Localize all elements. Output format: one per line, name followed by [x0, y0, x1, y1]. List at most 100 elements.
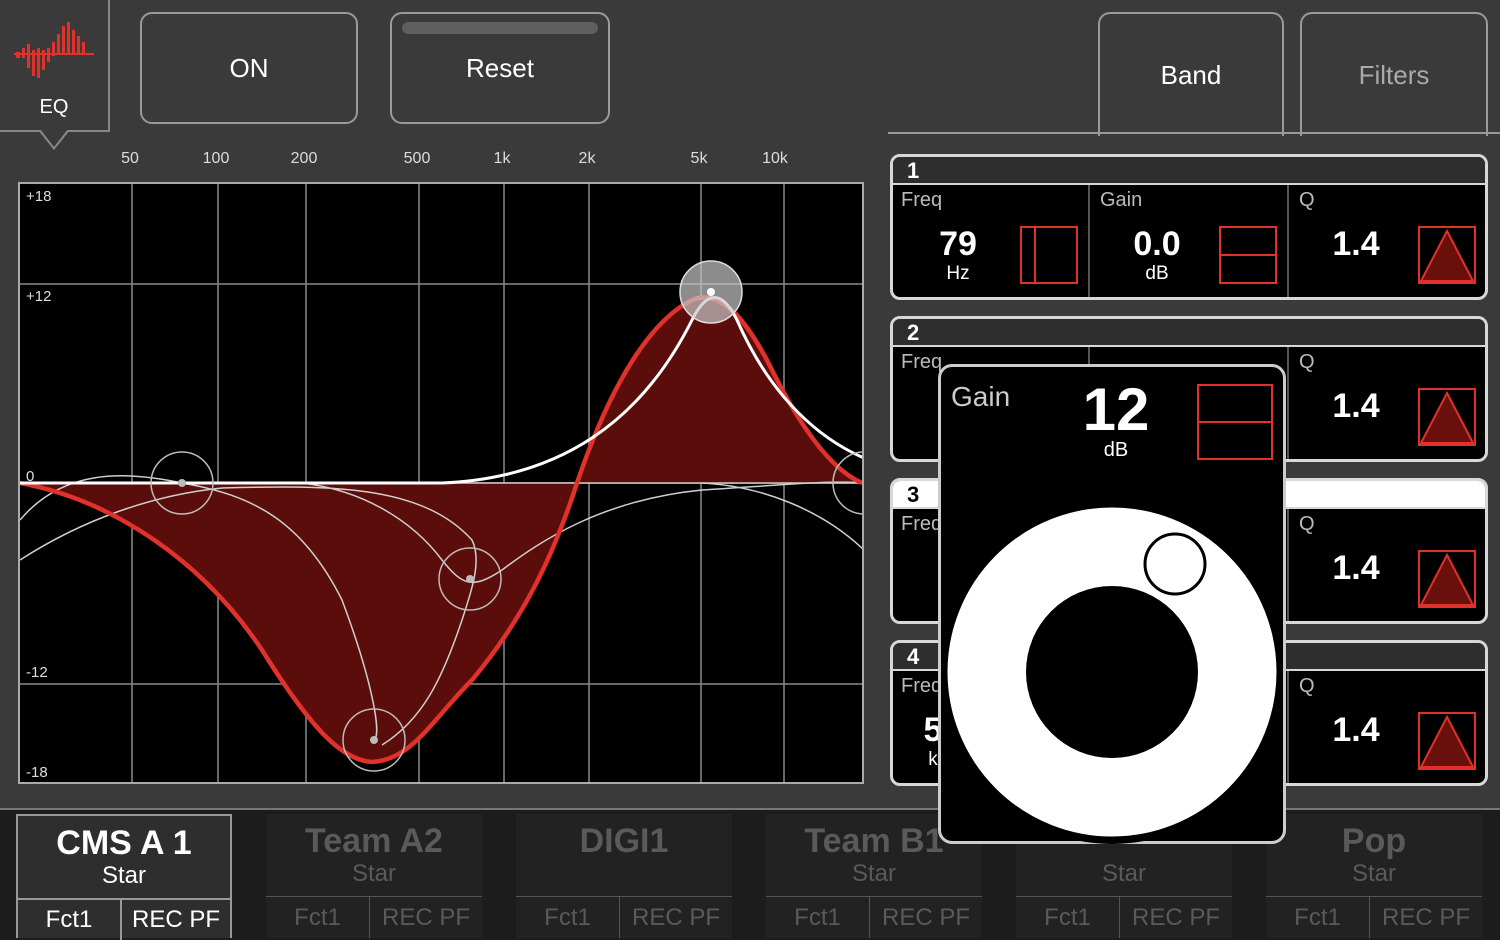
eq-tab[interactable]: EQ [0, 0, 110, 132]
freq-label: 200 [290, 150, 318, 167]
band-handles [150, 260, 862, 772]
reset-button-label: Reset [466, 52, 534, 83]
freq-label: 2k [578, 150, 596, 167]
eq-pointer-inner [40, 129, 68, 147]
tab-band-label: Band [1160, 59, 1222, 90]
channel-name: DIGI1 [579, 822, 669, 860]
gain-label: -18 [26, 764, 48, 781]
fct-button[interactable]: Fct1 [18, 898, 122, 940]
q-bell-icon [1418, 550, 1476, 608]
channel-team-a2[interactable]: Team A2 Star Fct1 REC PF [266, 814, 482, 938]
channel-name: CMS A 1 [56, 824, 192, 862]
q-bell-icon [1418, 388, 1476, 446]
popup-gain-value: 12 [1082, 376, 1150, 443]
gain-knob[interactable] [938, 500, 1286, 850]
band-4-handle [438, 547, 502, 611]
freq-icon [1020, 226, 1078, 284]
tab-underline [888, 132, 1500, 134]
gain-cell[interactable]: Gain 0.0 dB [1092, 185, 1289, 297]
reset-indicator [402, 22, 598, 34]
channel-pop[interactable]: Pop Star Fct1 REC PF [1266, 814, 1482, 938]
freq-label: 500 [403, 150, 431, 167]
gain-label: -12 [26, 664, 48, 681]
rec-pf-button[interactable]: REC PF [1120, 896, 1232, 938]
band-number: 2 [907, 320, 920, 345]
tab-filters[interactable]: Filters [1300, 12, 1488, 136]
tab-filters-label: Filters [1358, 59, 1430, 90]
rec-pf-button[interactable]: REC PF [370, 896, 482, 938]
gain-icon [1219, 226, 1277, 284]
gain-value: 0.0 [1133, 225, 1181, 263]
rec-pf-button[interactable]: REC PF [870, 896, 982, 938]
eq-label: EQ [39, 96, 69, 118]
q-cell[interactable]: Q 1.4 [1291, 509, 1485, 621]
q-caption: Q [1299, 351, 1315, 373]
fct-button[interactable]: Fct1 [266, 896, 370, 938]
band-header: 2 [893, 319, 1485, 347]
channel-cms-a1[interactable]: CMS A 1 Star Fct1 REC PF [16, 814, 232, 940]
q-cell[interactable]: Q 1.4 [1291, 185, 1485, 297]
tab-band[interactable]: Band [1098, 12, 1284, 136]
eq-graph[interactable]: +18 +12 0 -12 -18 [18, 182, 864, 784]
band-5-handle [832, 451, 862, 515]
q-cell[interactable]: Q 1.4 [1291, 347, 1485, 459]
channel-name: Team A2 [305, 822, 443, 860]
q-bell-icon [1418, 226, 1476, 284]
freq-value: 79 [939, 225, 977, 263]
reset-button[interactable]: Reset [390, 12, 610, 124]
rec-pf-button[interactable]: REC PF [1370, 896, 1482, 938]
channel-sub: Star [1101, 860, 1146, 887]
q-cell[interactable]: Q 1.4 [1291, 671, 1485, 783]
band-1-handle [150, 451, 214, 515]
popup-gain-caption: Gain [951, 381, 1011, 412]
gain-label: +18 [26, 188, 52, 205]
freq-unit: Hz [946, 263, 970, 284]
freq-label: 10k [762, 150, 788, 167]
freq-label: 100 [202, 150, 230, 167]
channel-sub: Star [351, 860, 396, 887]
on-button-label: ON [229, 52, 269, 83]
band-card-1[interactable]: 1 Freq 79 Hz Gain 0.0 dB Q 1.4 [890, 154, 1488, 300]
fct-button[interactable]: Fct1 [516, 896, 620, 938]
gain-label: 0 [26, 468, 35, 485]
eq-waveform-icon [14, 22, 94, 78]
band-2-handle [679, 260, 743, 324]
q-bell-icon [1418, 712, 1476, 770]
channel-name: Pop [1341, 822, 1407, 860]
channel-sub: Star [101, 862, 146, 889]
channel-digi1[interactable]: DIGI1 Fct1 REC PF [516, 814, 732, 938]
q-caption: Q [1299, 675, 1315, 697]
gain-caption: Gain [1100, 189, 1143, 211]
band-number: 1 [907, 158, 920, 183]
band-number: 4 [907, 644, 920, 669]
q-value: 1.4 [1332, 225, 1380, 263]
freq-cell[interactable]: Freq 79 Hz [893, 185, 1090, 297]
channel-sub: Star [1351, 860, 1396, 887]
q-value: 1.4 [1332, 549, 1380, 587]
q-value: 1.4 [1332, 711, 1380, 749]
gain-label: +12 [26, 288, 52, 305]
fct-button[interactable]: Fct1 [1016, 896, 1120, 938]
knob-handle [1143, 532, 1207, 596]
rec-pf-button[interactable]: REC PF [122, 898, 230, 940]
freq-label: 50 [121, 150, 139, 167]
q-caption: Q [1299, 189, 1315, 211]
channel-sub: Star [851, 860, 896, 887]
gain-icon [1197, 384, 1273, 460]
fct-button[interactable]: Fct1 [1266, 896, 1370, 938]
on-button[interactable]: ON [140, 12, 358, 124]
band-header: 1 [893, 157, 1485, 185]
freq-caption: Freq [901, 513, 943, 535]
gain-unit: dB [1145, 263, 1169, 284]
freq-caption: Freq [901, 351, 943, 373]
q-value: 1.4 [1332, 387, 1380, 425]
q-caption: Q [1299, 513, 1315, 535]
band-3-handle [342, 708, 406, 772]
popup-gain-unit: dB [1103, 439, 1129, 461]
fct-button[interactable]: Fct1 [766, 896, 870, 938]
rec-pf-button[interactable]: REC PF [620, 896, 732, 938]
freq-label: 1k [493, 150, 511, 167]
freq-label: 5k [690, 150, 708, 167]
freq-caption: Freq [901, 189, 943, 211]
freq-caption: Freq [901, 675, 943, 697]
